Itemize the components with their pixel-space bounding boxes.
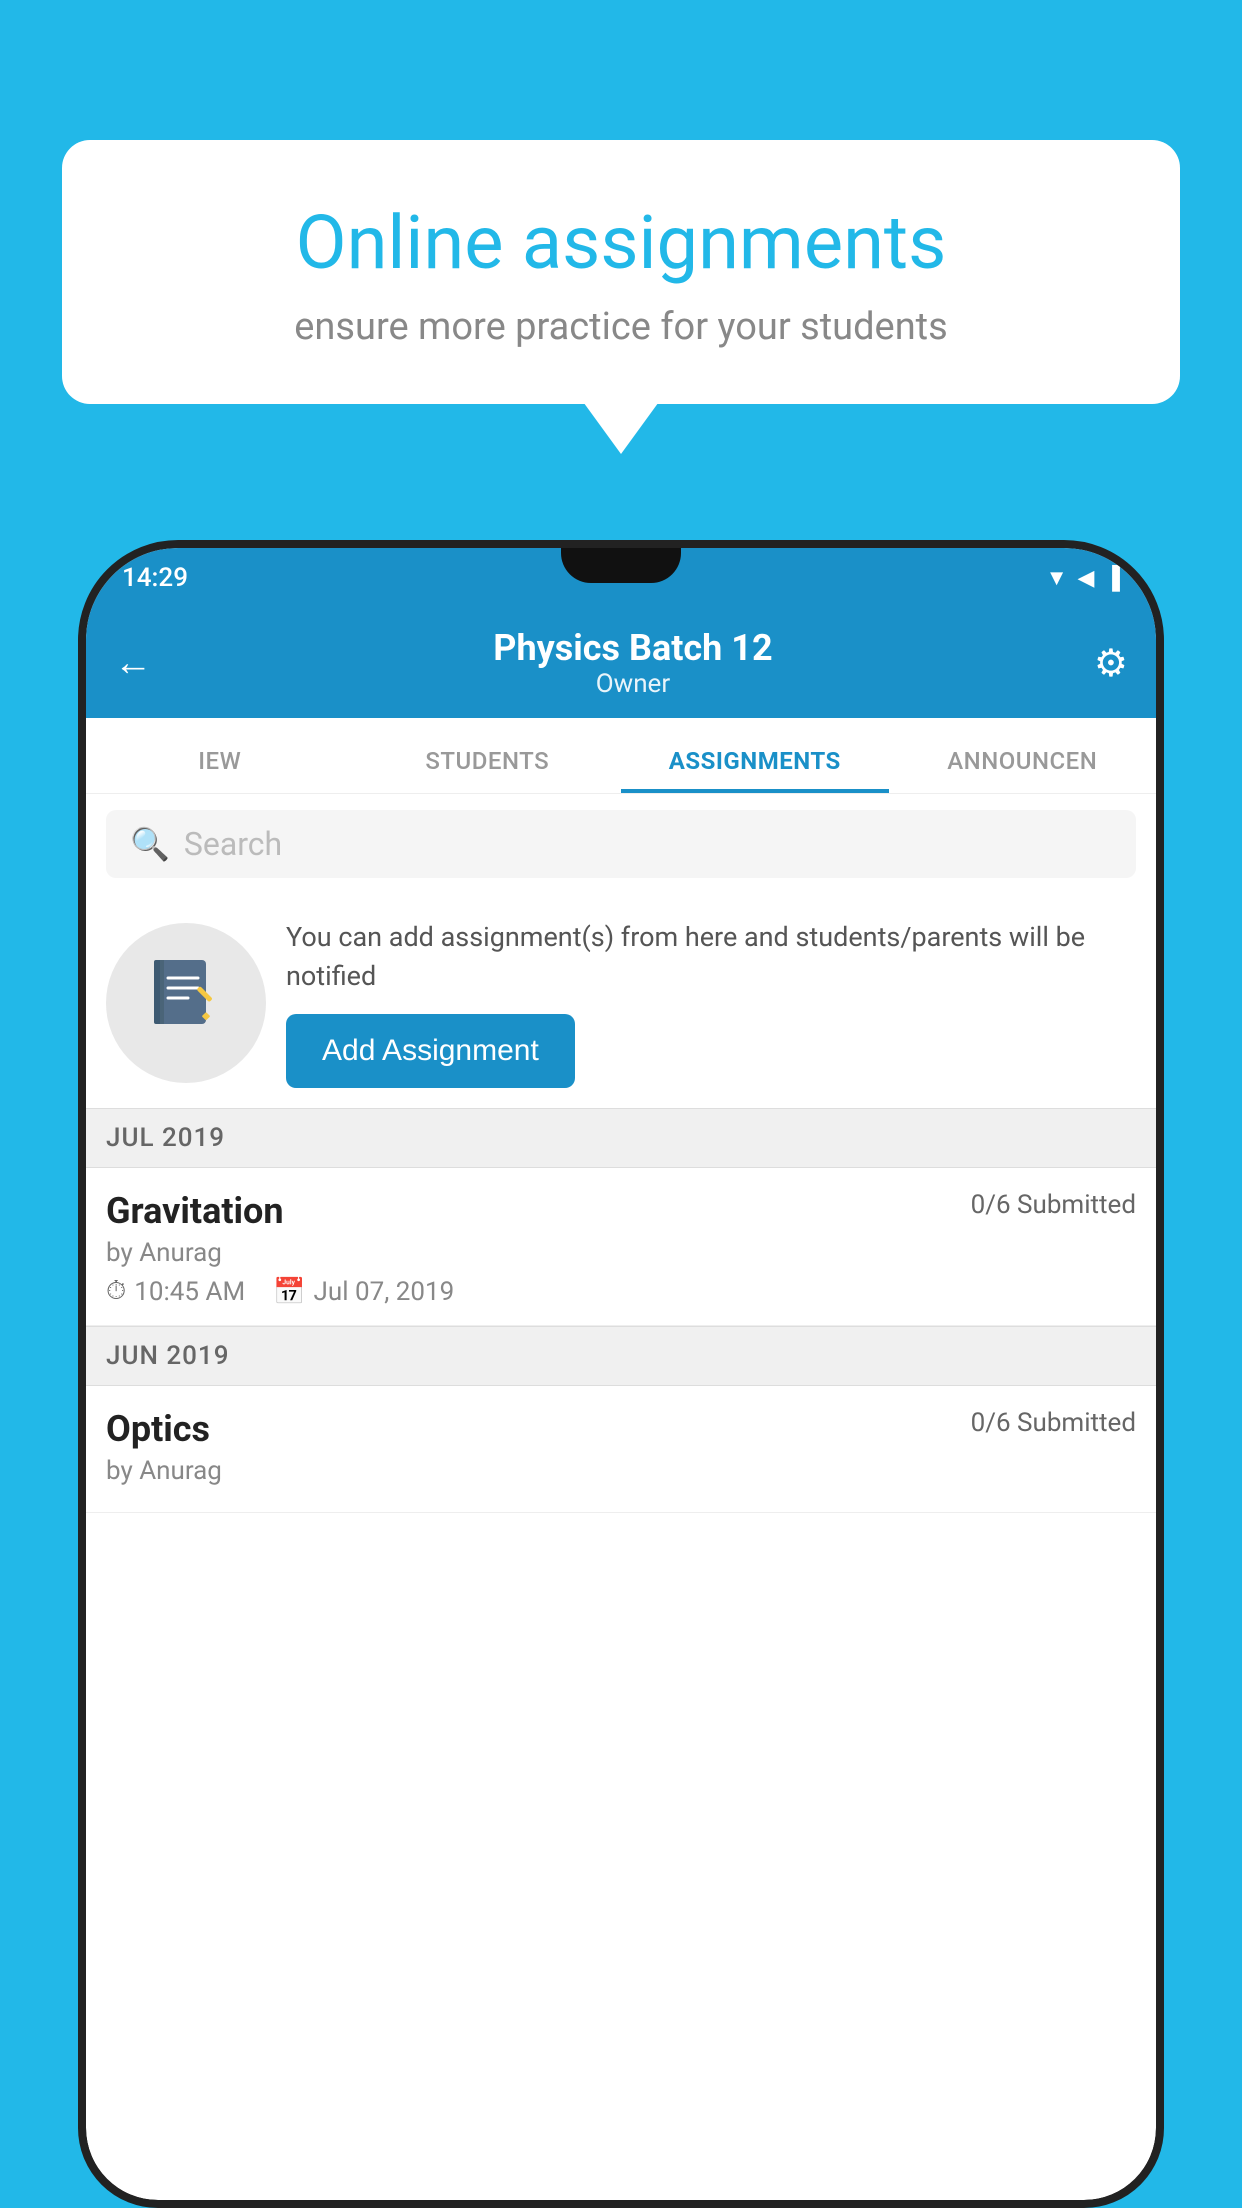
phone-frame: 14:29 ▼ ◀ ▐ ← Physics Batch 12 Owner ⚙ I… [78, 540, 1164, 2208]
header-title-group: Physics Batch 12 Owner [172, 627, 1094, 699]
settings-icon[interactable]: ⚙ [1094, 641, 1128, 686]
time-detail: ⏱ 10:45 AM [106, 1276, 245, 1307]
search-container: 🔍 Search [86, 794, 1156, 894]
assignment-top-row-optics: Optics 0/6 Submitted [106, 1408, 1136, 1450]
tab-iew[interactable]: IEW [86, 747, 354, 793]
clock-icon: ⏱ [106, 1276, 126, 1307]
search-placeholder: Search [184, 825, 282, 863]
promo-block: You can add assignment(s) from here and … [86, 894, 1156, 1108]
phone-screen: 14:29 ▼ ◀ ▐ ← Physics Batch 12 Owner ⚙ I… [86, 548, 1156, 2200]
assignment-meta-optics: by Anurag [106, 1456, 1136, 1486]
status-time: 14:29 [122, 563, 188, 593]
app-header: ← Physics Batch 12 Owner ⚙ [86, 608, 1156, 718]
assignment-item-gravitation[interactable]: Gravitation 0/6 Submitted by Anurag ⏱ 10… [86, 1168, 1156, 1326]
speech-bubble: Online assignments ensure more practice … [62, 140, 1180, 404]
search-icon: 🔍 [130, 825, 170, 863]
calendar-icon: 📅 [273, 1277, 305, 1307]
assignment-details: ⏱ 10:45 AM 📅 Jul 07, 2019 [106, 1276, 1136, 1307]
back-button[interactable]: ← [114, 641, 152, 685]
tab-assignments[interactable]: ASSIGNMENTS [621, 747, 889, 793]
tab-announcements[interactable]: ANNOUNCEN [889, 747, 1157, 793]
date-detail: 📅 Jul 07, 2019 [273, 1277, 454, 1307]
phone-notch [561, 548, 681, 583]
assignment-item-optics[interactable]: Optics 0/6 Submitted by Anurag [86, 1386, 1156, 1513]
section-header-jul: JUL 2019 [86, 1108, 1156, 1168]
assignment-time: 10:45 AM [134, 1277, 245, 1307]
assignment-date: Jul 07, 2019 [314, 1277, 455, 1307]
battery-icon: ▐ [1104, 565, 1120, 591]
submitted-count-optics: 0/6 Submitted [971, 1408, 1136, 1438]
promo-content: You can add assignment(s) from here and … [286, 918, 1136, 1088]
promo-description: You can add assignment(s) from here and … [286, 918, 1136, 996]
assignment-meta: by Anurag [106, 1238, 1136, 1268]
signal-icon: ◀ [1077, 566, 1094, 591]
page-title: Physics Batch 12 [172, 627, 1094, 669]
speech-bubble-subtitle: ensure more practice for your students [132, 305, 1110, 349]
assignment-title-optics: Optics [106, 1408, 210, 1450]
speech-bubble-title: Online assignments [132, 200, 1110, 287]
tab-students[interactable]: STUDENTS [354, 747, 622, 793]
search-bar[interactable]: 🔍 Search [106, 810, 1136, 878]
submitted-count: 0/6 Submitted [971, 1190, 1136, 1220]
assignment-title: Gravitation [106, 1190, 284, 1232]
section-header-jun: JUN 2019 [86, 1326, 1156, 1386]
tabs-bar: IEW STUDENTS ASSIGNMENTS ANNOUNCEN [86, 718, 1156, 794]
header-subtitle: Owner [172, 669, 1094, 699]
notebook-icon [146, 954, 226, 1052]
status-icons: ▼ ◀ ▐ [1046, 565, 1120, 591]
add-assignment-button[interactable]: Add Assignment [286, 1014, 575, 1088]
speech-bubble-container: Online assignments ensure more practice … [62, 140, 1180, 404]
assignment-top-row: Gravitation 0/6 Submitted [106, 1190, 1136, 1232]
promo-icon-circle [106, 923, 266, 1083]
wifi-icon: ▼ [1046, 565, 1068, 591]
